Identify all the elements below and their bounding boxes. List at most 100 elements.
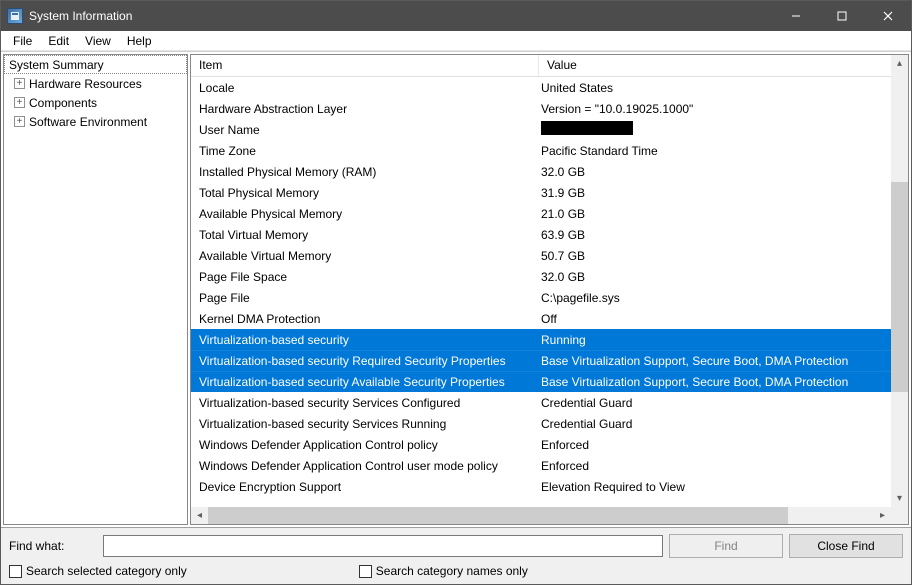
- cell-item: Device Encryption Support: [191, 480, 539, 494]
- table-row[interactable]: Total Physical Memory31.9 GB: [191, 182, 891, 203]
- table-row[interactable]: Kernel DMA ProtectionOff: [191, 308, 891, 329]
- check-selected-category[interactable]: Search selected category only: [9, 564, 187, 578]
- cell-value: Version = "10.0.19025.1000": [539, 102, 891, 116]
- table-row[interactable]: Installed Physical Memory (RAM)32.0 GB: [191, 161, 891, 182]
- expand-icon[interactable]: +: [14, 97, 25, 108]
- column-value[interactable]: Value: [539, 55, 908, 76]
- cell-item: Page File Space: [191, 270, 539, 284]
- column-item[interactable]: Item: [191, 55, 539, 76]
- cell-item: User Name: [191, 123, 539, 137]
- tree-child-label: Hardware Resources: [29, 77, 142, 91]
- cell-item: Locale: [191, 81, 539, 95]
- table-row[interactable]: Virtualization-based securityRunning: [191, 329, 891, 350]
- cell-item: Kernel DMA Protection: [191, 312, 539, 326]
- table-row[interactable]: Virtualization-based security Required S…: [191, 350, 891, 371]
- table-row[interactable]: Virtualization-based security Available …: [191, 371, 891, 392]
- cell-item: Windows Defender Application Control use…: [191, 459, 539, 473]
- cell-value: United States: [539, 81, 891, 95]
- vertical-scrollbar[interactable]: ▴ ▾: [891, 55, 908, 507]
- table-row[interactable]: Time ZonePacific Standard Time: [191, 140, 891, 161]
- table-row[interactable]: Page File Space32.0 GB: [191, 266, 891, 287]
- window: System Information File Edit View Help S…: [0, 0, 912, 585]
- vscroll-track[interactable]: [891, 72, 908, 490]
- window-title: System Information: [29, 9, 132, 23]
- table-row[interactable]: Page FileC:\pagefile.sys: [191, 287, 891, 308]
- cell-value: [539, 121, 891, 138]
- table-row[interactable]: Hardware Abstraction LayerVersion = "10.…: [191, 98, 891, 119]
- table-row[interactable]: Total Virtual Memory63.9 GB: [191, 224, 891, 245]
- check2-label: Search category names only: [376, 564, 528, 578]
- table-row[interactable]: LocaleUnited States: [191, 77, 891, 98]
- category-tree[interactable]: System Summary + Hardware Resources + Compo…: [3, 54, 188, 525]
- tree-child[interactable]: + Hardware Resources: [4, 74, 187, 93]
- check1-label: Search selected category only: [26, 564, 187, 578]
- cell-value: Elevation Required to View: [539, 480, 891, 494]
- tree-child[interactable]: +Software Environment: [4, 112, 187, 131]
- list-body[interactable]: LocaleUnited StatesHardware Abstraction …: [191, 77, 891, 507]
- tree-child[interactable]: + Components: [4, 93, 187, 112]
- cell-value: Enforced: [539, 438, 891, 452]
- scroll-up-icon[interactable]: ▴: [891, 55, 908, 72]
- hscroll-thumb[interactable]: [208, 507, 788, 524]
- cell-item: Total Virtual Memory: [191, 228, 539, 242]
- menu-help[interactable]: Help: [119, 32, 160, 50]
- redacted-value: [541, 121, 633, 135]
- expand-icon[interactable]: +: [14, 78, 25, 89]
- find-label: Find what:: [9, 539, 97, 553]
- tree-child-label: Components: [29, 96, 97, 110]
- vscroll-thumb[interactable]: [891, 182, 908, 392]
- find-options-row: Search selected category only Search cat…: [9, 564, 903, 578]
- table-row[interactable]: Virtualization-based security Services C…: [191, 392, 891, 413]
- checkbox-icon[interactable]: [9, 565, 22, 578]
- cell-value: Credential Guard: [539, 417, 891, 431]
- cell-value: Base Virtualization Support, Secure Boot…: [539, 354, 891, 368]
- cell-item: Virtualization-based security Services C…: [191, 396, 539, 410]
- cell-value: Base Virtualization Support, Secure Boot…: [539, 375, 891, 389]
- cell-item: Installed Physical Memory (RAM): [191, 165, 539, 179]
- maximize-button[interactable]: [819, 1, 865, 31]
- cell-value: Pacific Standard Time: [539, 144, 891, 158]
- cell-value: 50.7 GB: [539, 249, 891, 263]
- cell-value: 63.9 GB: [539, 228, 891, 242]
- find-button[interactable]: Find: [669, 534, 783, 558]
- scroll-right-icon[interactable]: ▸: [874, 507, 891, 524]
- menu-view[interactable]: View: [77, 32, 119, 50]
- menu-edit[interactable]: Edit: [40, 32, 77, 50]
- close-button[interactable]: [865, 1, 911, 31]
- cell-item: Virtualization-based security: [191, 333, 539, 347]
- checkbox-icon[interactable]: [359, 565, 372, 578]
- cell-item: Total Physical Memory: [191, 186, 539, 200]
- minimize-button[interactable]: [773, 1, 819, 31]
- expand-icon[interactable]: +: [14, 116, 25, 127]
- table-row[interactable]: Available Physical Memory21.0 GB: [191, 203, 891, 224]
- table-row[interactable]: Windows Defender Application Control pol…: [191, 434, 891, 455]
- cell-item: Time Zone: [191, 144, 539, 158]
- main-split: System Summary + Hardware Resources + Compo…: [1, 51, 911, 527]
- cell-item: Available Virtual Memory: [191, 249, 539, 263]
- scroll-down-icon[interactable]: ▾: [891, 490, 908, 507]
- cell-item: Hardware Abstraction Layer: [191, 102, 539, 116]
- close-find-button[interactable]: Close Find: [789, 534, 903, 558]
- details-list: Item Value LocaleUnited StatesHardware A…: [190, 54, 909, 525]
- table-row[interactable]: User Name: [191, 119, 891, 140]
- hscroll-track[interactable]: [208, 507, 874, 524]
- table-row[interactable]: Virtualization-based security Services R…: [191, 413, 891, 434]
- scroll-corner: [891, 507, 908, 524]
- cell-value: 32.0 GB: [539, 165, 891, 179]
- horizontal-scrollbar[interactable]: ◂ ▸: [191, 507, 891, 524]
- menu-file[interactable]: File: [5, 32, 40, 50]
- table-row[interactable]: Windows Defender Application Control use…: [191, 455, 891, 476]
- tree-root[interactable]: System Summary: [4, 55, 187, 74]
- app-icon: [7, 8, 23, 24]
- table-row[interactable]: Available Virtual Memory50.7 GB: [191, 245, 891, 266]
- tree-root-label: System Summary: [9, 58, 104, 72]
- cell-item: Virtualization-based security Services R…: [191, 417, 539, 431]
- cell-item: Page File: [191, 291, 539, 305]
- find-input[interactable]: [103, 535, 663, 557]
- scroll-left-icon[interactable]: ◂: [191, 507, 208, 524]
- titlebar[interactable]: System Information: [1, 1, 911, 31]
- check-category-names[interactable]: Search category names only: [359, 564, 528, 578]
- cell-value: 21.0 GB: [539, 207, 891, 221]
- table-row[interactable]: Device Encryption SupportElevation Requi…: [191, 476, 891, 497]
- find-panel: Find what: Find Close Find Search select…: [1, 527, 911, 584]
